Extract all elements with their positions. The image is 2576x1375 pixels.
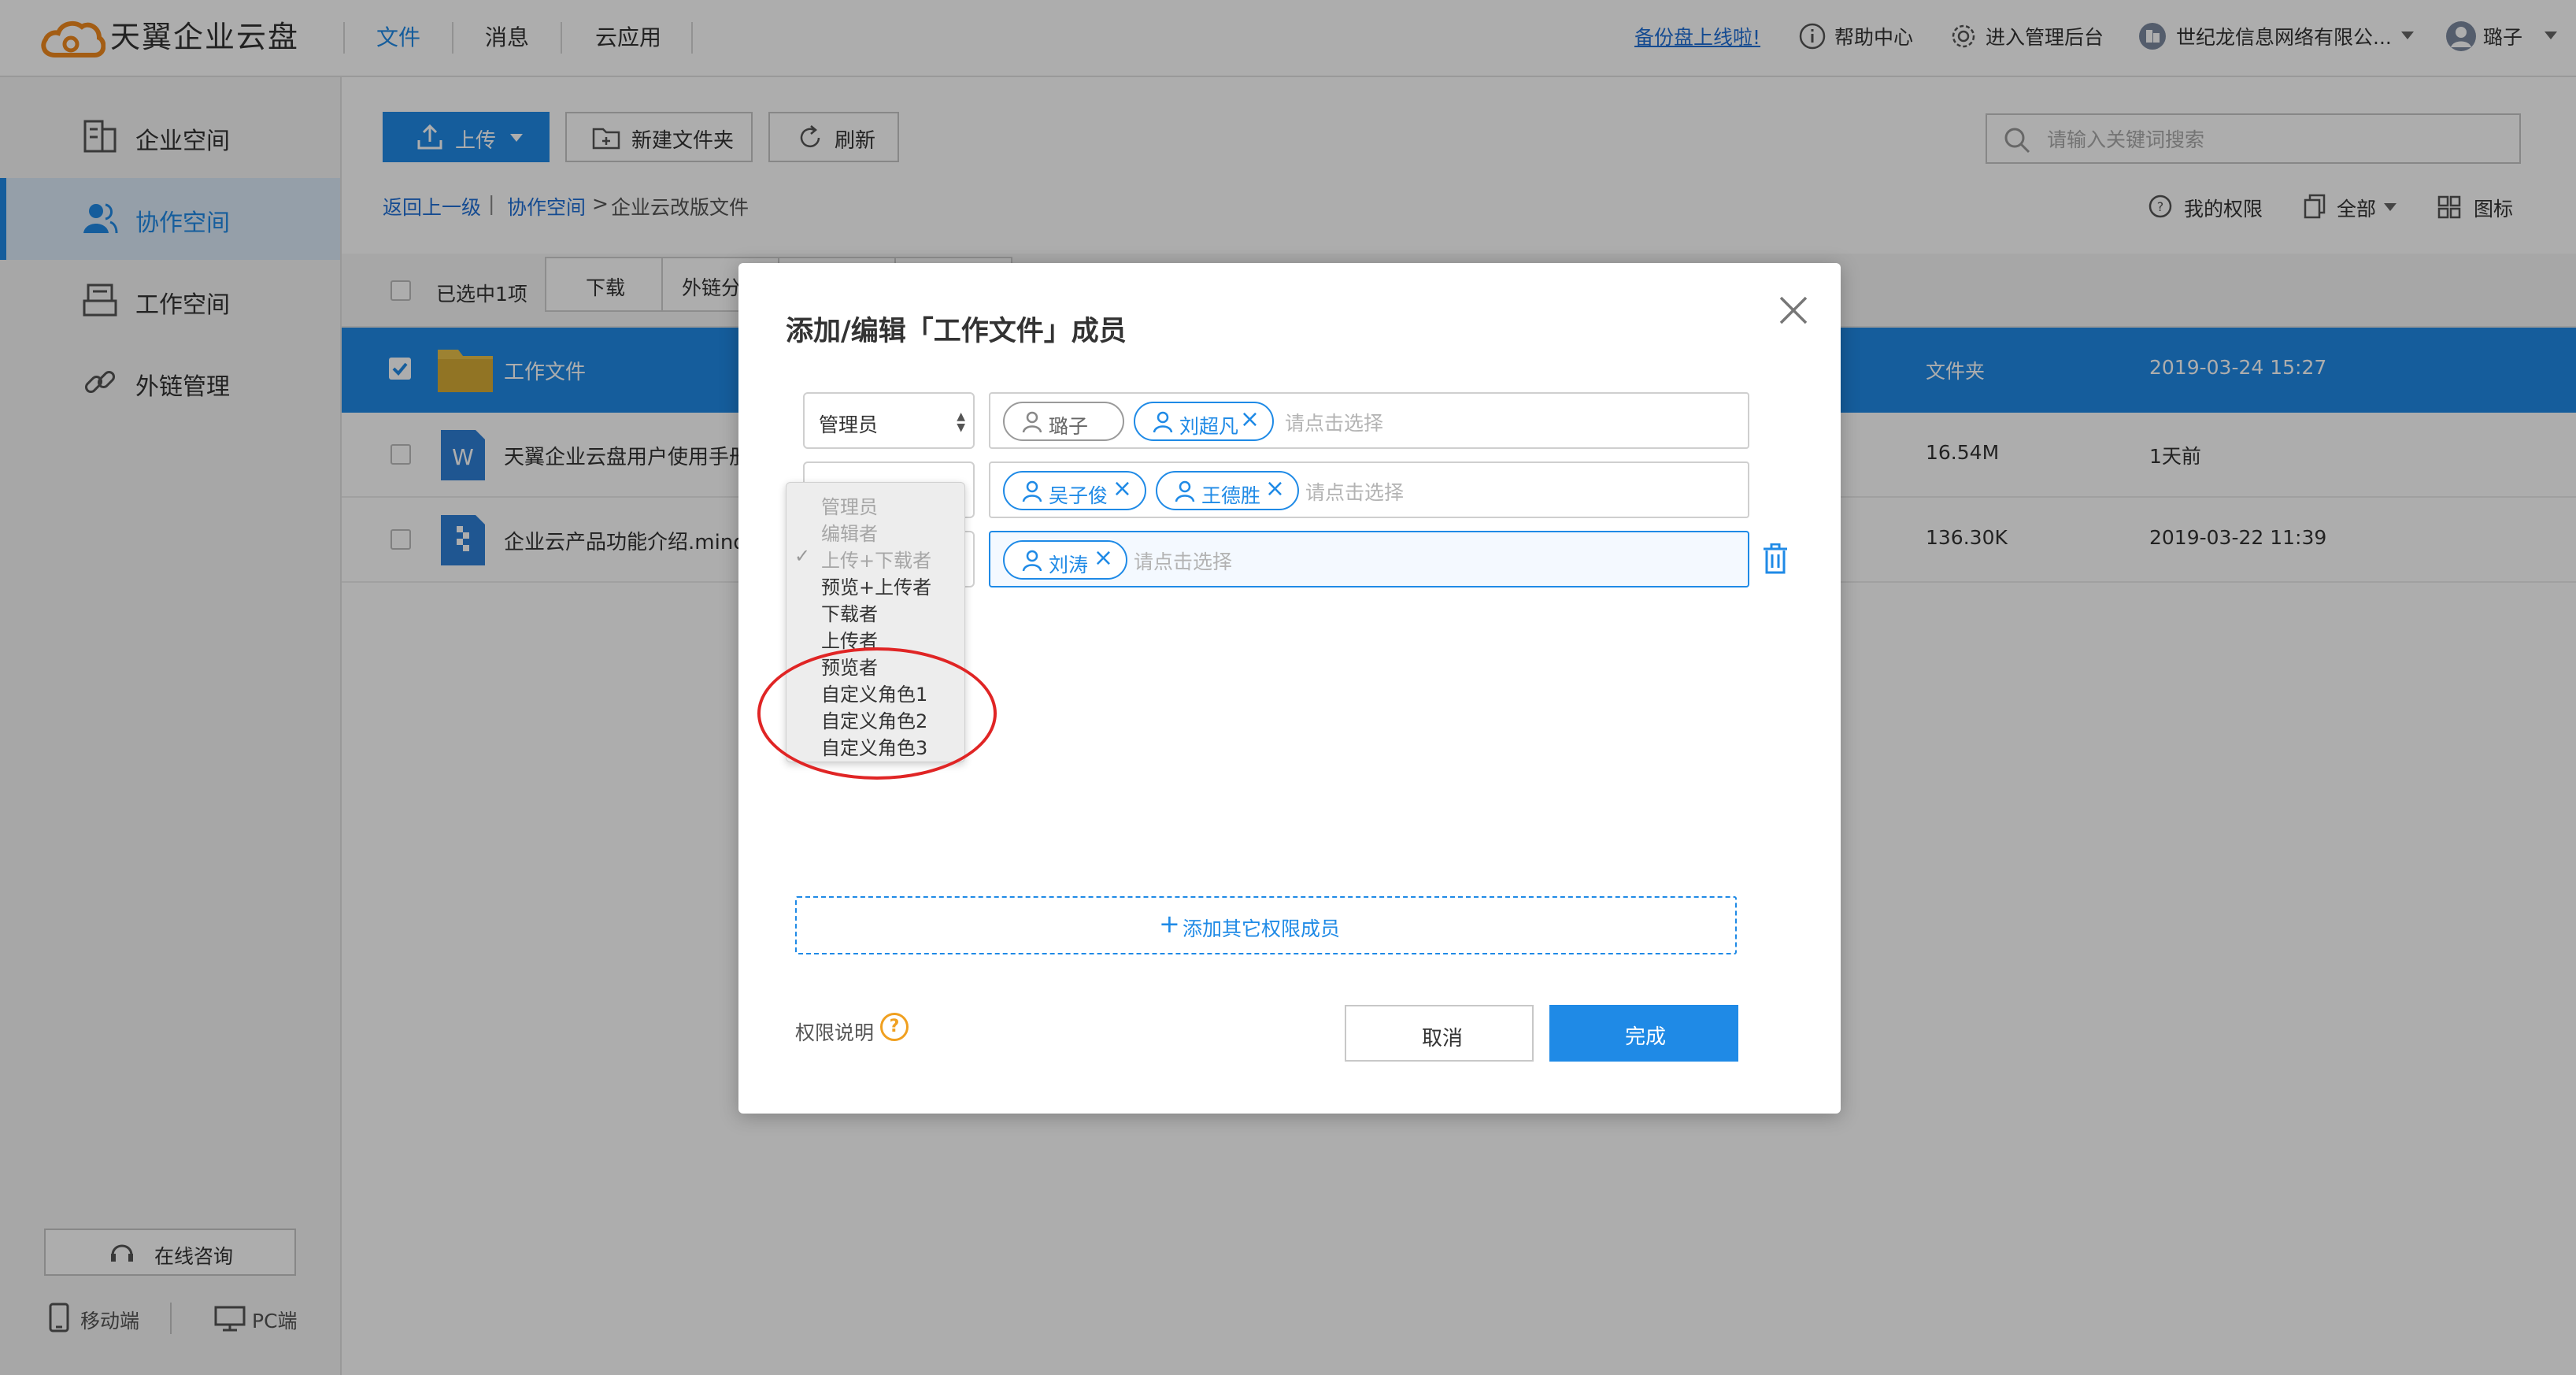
member-name: 刘超凡	[1179, 415, 1239, 438]
dropdown-option[interactable]: 预览+上传者	[786, 569, 964, 599]
trash-icon[interactable]	[1762, 543, 1789, 575]
member-picker[interactable]: 刘涛 × 请点击选择	[989, 531, 1749, 587]
role-select[interactable]: 管理员 ▲ ▼	[803, 392, 975, 449]
add-member-label: 添加其它权限成员	[1183, 917, 1341, 940]
dropdown-option: 管理员	[821, 496, 878, 518]
add-member-button[interactable]: + 添加其它权限成员	[795, 896, 1737, 954]
question-mark-icon[interactable]: ?	[880, 1013, 909, 1041]
member-name: 璐子	[1049, 415, 1089, 438]
user-icon	[1022, 480, 1042, 502]
highlight-annotation-circle	[757, 647, 997, 780]
check-icon: ✓	[794, 545, 811, 567]
user-icon	[1022, 550, 1042, 572]
done-button[interactable]: 完成	[1549, 1005, 1738, 1062]
member-tag[interactable]: 刘超凡 ×	[1134, 402, 1274, 441]
member-name: 吴子俊	[1049, 484, 1108, 507]
done-label: 完成	[1625, 1025, 1667, 1049]
member-placeholder[interactable]: 请点击选择	[1305, 477, 1404, 506]
dialog-title: 添加/编辑「工作文件」成员	[786, 316, 1127, 347]
member-picker[interactable]: 吴子俊 × 王德胜 × 请点击选择	[989, 461, 1749, 518]
dropdown-option: 编辑者	[821, 523, 878, 545]
member-placeholder[interactable]: 请点击选择	[1285, 408, 1383, 436]
member-picker[interactable]: 璐子 刘超凡 × 请点击选择	[989, 392, 1749, 449]
dropdown-option: ✓ 上传+下载者	[794, 545, 932, 572]
member-name: 王德胜	[1201, 484, 1261, 507]
permission-description-link[interactable]: 权限说明	[795, 1017, 874, 1046]
dropdown-option[interactable]: 上传者	[786, 623, 964, 652]
plus-icon: +	[1159, 909, 1180, 939]
user-icon	[1153, 411, 1173, 433]
cancel-button[interactable]: 取消	[1345, 1005, 1534, 1062]
user-icon	[1022, 411, 1042, 433]
remove-icon[interactable]: ×	[1240, 408, 1260, 432]
member-tag[interactable]: 王德胜 ×	[1156, 471, 1299, 510]
remove-icon[interactable]: ×	[1112, 477, 1132, 501]
member-tag[interactable]: 璐子	[1003, 402, 1124, 441]
member-tag[interactable]: 刘涛 ×	[1003, 540, 1127, 580]
select-arrows-icon: ▲▼	[957, 410, 965, 434]
cancel-label: 取消	[1422, 1027, 1464, 1051]
close-icon[interactable]	[1775, 291, 1812, 329]
member-placeholder[interactable]: 请点击选择	[1134, 547, 1232, 575]
member-name: 刘涛	[1049, 554, 1089, 576]
remove-icon[interactable]: ×	[1094, 547, 1113, 570]
user-icon	[1175, 480, 1195, 502]
role-select-value: 管理员	[819, 413, 879, 436]
remove-icon[interactable]: ×	[1265, 477, 1285, 501]
dropdown-option[interactable]: 下载者	[786, 596, 964, 625]
member-tag[interactable]: 吴子俊 ×	[1003, 471, 1146, 510]
